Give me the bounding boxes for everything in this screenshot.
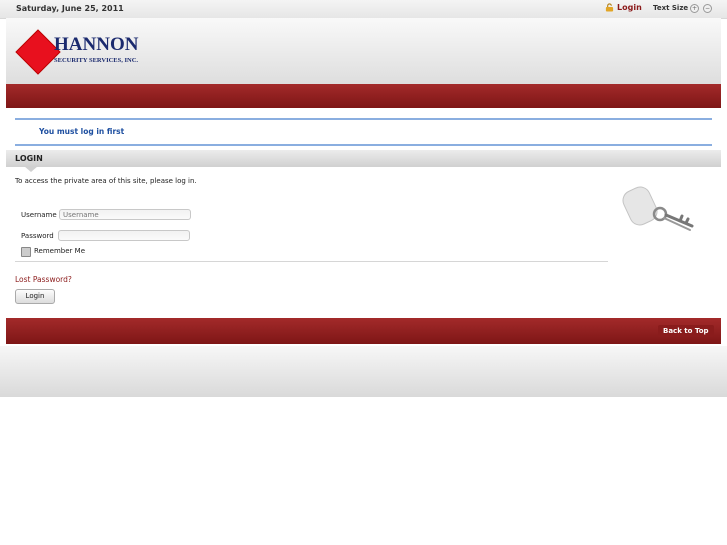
password-label: Password: [21, 232, 54, 240]
top-login-link[interactable]: Login: [605, 3, 642, 12]
top-login-label: Login: [617, 3, 642, 12]
text-size-increase-button[interactable]: +: [690, 4, 699, 13]
logo-name: HANNON: [54, 34, 139, 55]
system-message: You must log in first: [15, 118, 712, 146]
username-label: Username: [21, 211, 57, 219]
heading-notch: [24, 166, 38, 172]
login-heading: LOGIN: [15, 154, 43, 163]
site-header: HANNON SECURITY SERVICES, INC.: [6, 18, 721, 84]
remember-me-checkbox[interactable]: [21, 247, 31, 257]
login-intro: To access the private area of this site,…: [15, 177, 197, 185]
lost-password-link[interactable]: Lost Password?: [15, 275, 72, 284]
password-input[interactable]: [58, 230, 190, 241]
system-message-text: You must log in first: [39, 127, 125, 136]
login-button[interactable]: Login: [15, 289, 55, 304]
bottom-band: [0, 346, 727, 397]
keys-icon: [622, 186, 694, 231]
remember-me-label: Remember Me: [34, 247, 85, 255]
logo-tagline: SECURITY SERVICES, INC.: [54, 57, 138, 64]
back-to-top-link[interactable]: Back to Top: [658, 325, 714, 337]
lock-icon: [605, 3, 614, 12]
text-size-label: Text Size: [653, 4, 689, 12]
company-logo[interactable]: HANNON SECURITY SERVICES, INC.: [14, 28, 174, 76]
username-input[interactable]: [59, 209, 191, 220]
current-date: Saturday, June 25, 2011: [16, 4, 124, 13]
footer-bar: [6, 318, 721, 344]
text-size-decrease-button[interactable]: −: [703, 4, 712, 13]
top-bar: Saturday, June 25, 2011 Login Text Size …: [0, 0, 727, 19]
login-heading-bar: LOGIN: [6, 150, 721, 167]
form-divider: [15, 261, 608, 262]
nav-bar: [6, 84, 721, 108]
